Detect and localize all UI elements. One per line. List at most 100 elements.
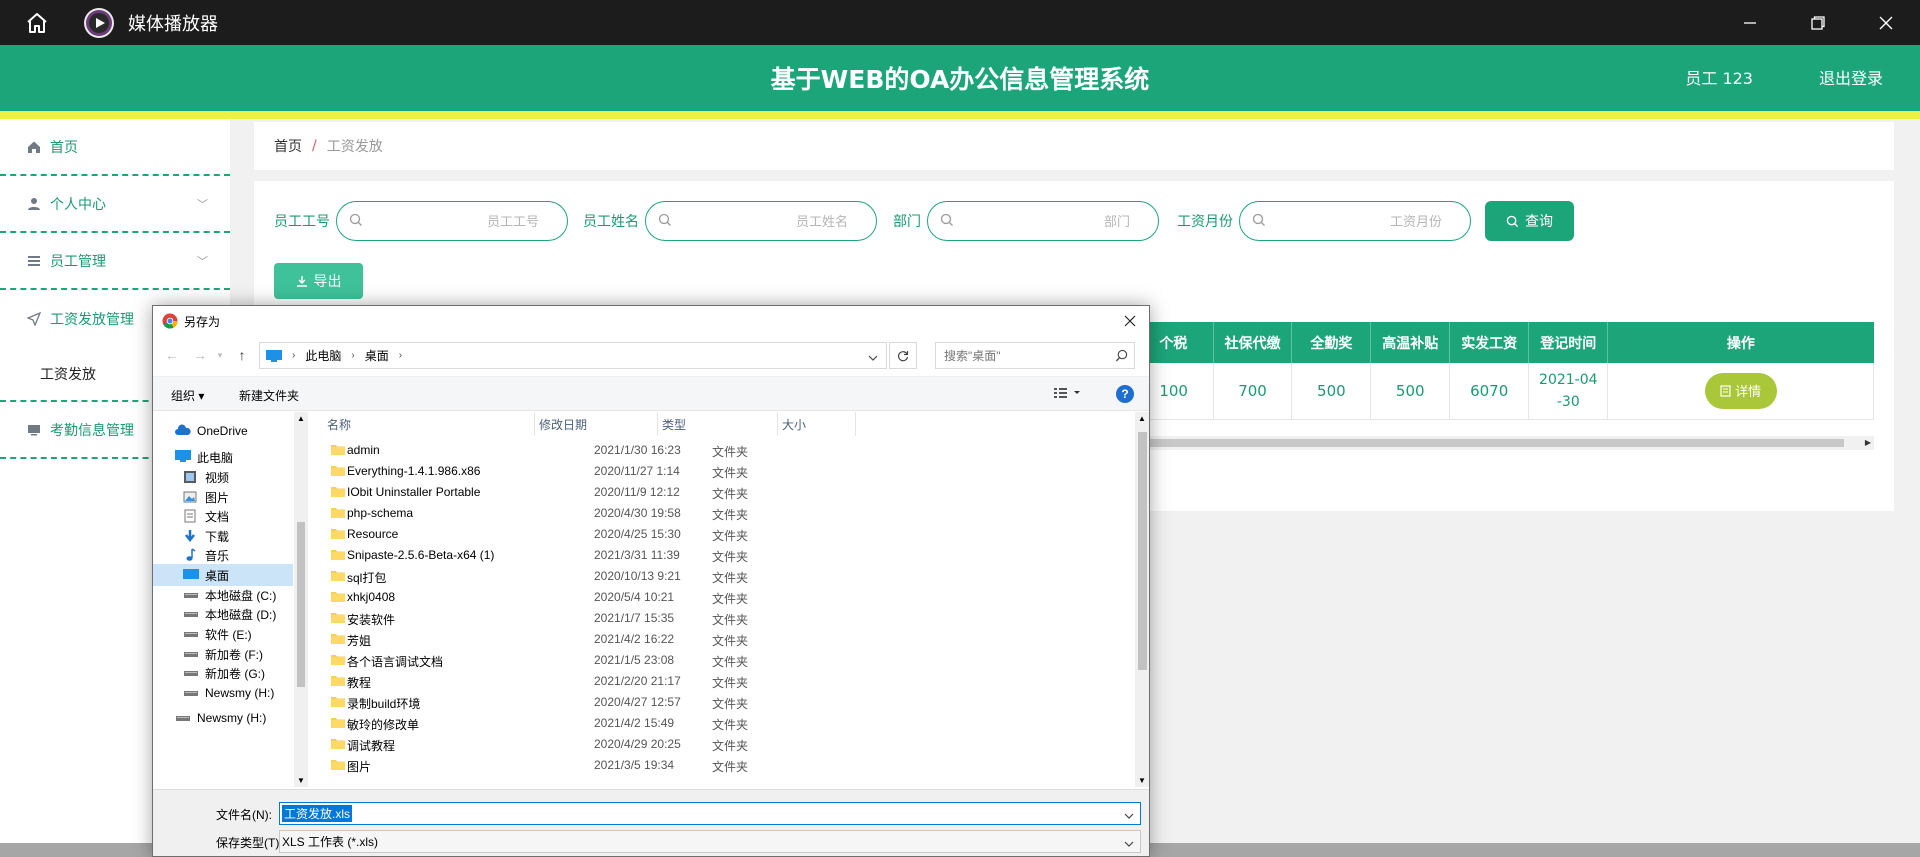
- save-as-dialog: 另存为 ← → ▾ ↑ › 此电脑 › 桌面 › 组织 ▾ 新建文件夹: [152, 305, 1150, 857]
- field-label: 员工姓名: [583, 214, 639, 230]
- tree-item[interactable]: 音乐: [153, 544, 293, 566]
- chevron-down-icon[interactable]: [868, 350, 878, 364]
- cell-social-security: 700: [1213, 363, 1293, 420]
- download-icon: [296, 275, 308, 287]
- file-row[interactable]: admin 2021/1/30 16:23 文件夹: [311, 440, 1137, 461]
- restore-button[interactable]: [1784, 0, 1852, 45]
- tree-item[interactable]: 视频: [153, 466, 293, 488]
- tree-item[interactable]: 桌面: [153, 564, 293, 586]
- file-row[interactable]: 芳姐 2021/4/2 16:22 文件夹: [311, 629, 1137, 650]
- music-icon: [183, 548, 199, 562]
- detail-button[interactable]: 详情: [1704, 372, 1777, 409]
- filetype-select[interactable]: XLS 工作表 (*.xls): [279, 830, 1141, 853]
- column-header-date[interactable]: 修改日期: [535, 412, 658, 436]
- employee-id-input[interactable]: [337, 202, 567, 240]
- tree-item-label: 文档: [205, 509, 230, 524]
- recent-dropdown-icon[interactable]: ▾: [211, 346, 229, 364]
- sidebar-item-home[interactable]: 首页: [0, 119, 230, 176]
- file-row[interactable]: 图片 2021/3/5 19:34 文件夹: [311, 755, 1137, 776]
- sidebar-item-personal-center[interactable]: 个人中心 ﹀: [0, 176, 230, 233]
- tree-item[interactable]: 软件 (E:): [153, 623, 293, 645]
- tree-item[interactable]: 新加卷 (G:): [153, 662, 293, 684]
- view-options-icon[interactable]: [1053, 386, 1083, 403]
- employee-name-input[interactable]: [646, 202, 876, 240]
- folder-icon: [331, 506, 345, 519]
- minimize-button[interactable]: [1716, 0, 1784, 45]
- search-icon: [1252, 213, 1266, 231]
- table-header-cell: 全勤奖: [1291, 322, 1372, 363]
- up-arrow-icon[interactable]: ↑: [233, 346, 251, 364]
- tree-item[interactable]: 文档: [153, 505, 293, 527]
- column-header-size[interactable]: 大小: [778, 412, 856, 436]
- dialog-close-button[interactable]: [1119, 310, 1141, 332]
- refresh-button[interactable]: [889, 342, 917, 369]
- file-name: Resource: [347, 527, 399, 541]
- column-header-type[interactable]: 类型: [658, 412, 778, 436]
- drive-icon: [183, 607, 199, 621]
- back-arrow-icon[interactable]: ←: [163, 346, 181, 364]
- table-header-cell: 高温补贴: [1370, 322, 1451, 363]
- export-button[interactable]: 导出: [274, 263, 363, 299]
- sidebar-item-label: 工资发放管理: [50, 311, 134, 328]
- file-name: sql打包: [347, 571, 387, 585]
- file-row[interactable]: 教程 2021/2/20 21:17 文件夹: [311, 671, 1137, 692]
- picture-icon: [183, 490, 199, 504]
- address-crumb[interactable]: 桌面: [365, 347, 389, 364]
- search-field-department: 部门: [893, 201, 1159, 241]
- sidebar-item-employee-management[interactable]: 员工管理 ﹀: [0, 233, 230, 290]
- address-bar[interactable]: › 此电脑 › 桌面 ›: [259, 342, 887, 369]
- filename-input[interactable]: 工资发放.xls: [279, 802, 1141, 825]
- desktop-icon: [183, 568, 199, 582]
- department-input[interactable]: [928, 202, 1158, 240]
- close-button[interactable]: [1852, 0, 1920, 45]
- file-type: 文件夹: [712, 718, 749, 732]
- folder-icon: [331, 758, 345, 771]
- file-row[interactable]: Everything-1.4.1.986.x86 2020/11/27 1:14 文…: [311, 461, 1137, 482]
- address-crumb[interactable]: 此电脑: [305, 347, 341, 364]
- tree-item[interactable]: Newsmy (H:): [153, 682, 293, 704]
- tree-item[interactable]: Newsmy (H:): [153, 707, 293, 729]
- tree-item[interactable]: OneDrive: [153, 420, 293, 442]
- folder-icon: [331, 590, 345, 603]
- file-row[interactable]: IObit Uninstaller Portable 2020/11/9 12:1…: [311, 482, 1137, 503]
- file-row[interactable]: sql打包 2020/10/13 9:21 文件夹: [311, 566, 1137, 587]
- tree-item-label: 下载: [205, 529, 230, 544]
- file-type: 文件夹: [712, 676, 749, 690]
- forward-arrow-icon[interactable]: →: [191, 346, 209, 364]
- file-name: 各个语言调试文档: [347, 655, 444, 669]
- organize-menu[interactable]: 组织 ▾: [171, 387, 204, 404]
- column-header-name[interactable]: 名称: [323, 412, 535, 436]
- tree-item-label: 桌面: [205, 568, 230, 583]
- file-row[interactable]: Resource 2020/4/25 15:30 文件夹: [311, 524, 1137, 545]
- file-list-scrollbar[interactable]: ▲ ▼: [1135, 412, 1149, 787]
- video-icon: [183, 470, 199, 484]
- monitor-icon: [26, 422, 42, 438]
- file-date: 2020/5/4 10:21: [594, 590, 675, 604]
- folder-icon: [331, 716, 345, 729]
- new-folder-button[interactable]: 新建文件夹: [239, 387, 299, 404]
- chevron-down-icon[interactable]: [1124, 808, 1134, 822]
- file-row[interactable]: 调试教程 2020/4/29 20:25 文件夹: [311, 734, 1137, 755]
- dialog-title-bar: 另存为: [153, 306, 1149, 336]
- query-button[interactable]: 查询: [1485, 201, 1574, 241]
- file-row[interactable]: 安装软件 2021/1/7 15:35 文件夹: [311, 608, 1137, 629]
- tree-item[interactable]: 此电脑: [153, 446, 293, 468]
- file-row[interactable]: Snipaste-2.5.6-Beta-x64 (1) 2021/3/31 11:…: [311, 545, 1137, 566]
- download-icon: [183, 529, 199, 543]
- file-row[interactable]: php-schema 2020/4/30 19:58 文件夹: [311, 503, 1137, 524]
- chevron-down-icon[interactable]: [1124, 836, 1134, 850]
- dialog-search-input[interactable]: [944, 348, 1114, 363]
- file-row[interactable]: 各个语言调试文档 2021/1/5 23:08 文件夹: [311, 650, 1137, 671]
- media-player-icon: [84, 7, 114, 38]
- home-icon[interactable]: [20, 6, 54, 40]
- logout-link[interactable]: 退出登录: [1819, 65, 1883, 89]
- file-row[interactable]: 录制build环境 2020/4/27 12:57 文件夹: [311, 692, 1137, 713]
- current-user: 员工 123: [1685, 69, 1753, 88]
- tree-scrollbar[interactable]: ▲ ▼: [294, 412, 308, 787]
- file-row[interactable]: xhkj0408 2020/5/4 10:21 文件夹: [311, 587, 1137, 608]
- file-row[interactable]: 敏玲的修改单 2021/4/2 15:49 文件夹: [311, 713, 1137, 734]
- salary-month-input[interactable]: [1240, 202, 1470, 240]
- help-icon[interactable]: ?: [1116, 385, 1134, 403]
- tree-item[interactable]: 本地磁盘 (D:): [153, 603, 293, 625]
- breadcrumb-home[interactable]: 首页: [274, 136, 302, 156]
